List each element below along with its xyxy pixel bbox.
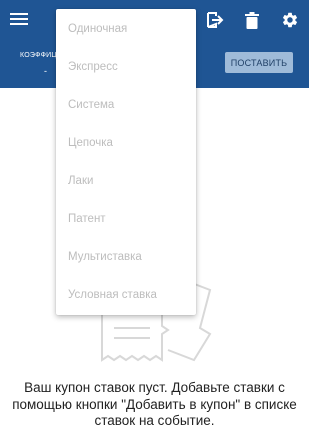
menu-item-express[interactable]: Экспресс	[56, 48, 196, 86]
menu-icon[interactable]	[10, 12, 28, 26]
menu-item-patent[interactable]: Патент	[56, 200, 196, 238]
gear-icon[interactable]	[279, 9, 301, 31]
menu-item-system[interactable]: Система	[56, 86, 196, 124]
bet-coupon-screen: КОЭФФИЦИЕНТ - ПОСТАВИТЬ Ваш купон ставок…	[0, 0, 309, 437]
bet-type-dropdown: Одиночная Экспресс Система Цепочка Лаки …	[56, 9, 196, 315]
coefficient-label: КОЭФФИЦИЕНТ	[20, 52, 60, 59]
coefficient-value: -	[44, 66, 47, 76]
menu-item-conditional-bet[interactable]: Условная ставка	[56, 276, 196, 314]
menu-item-chain[interactable]: Цепочка	[56, 124, 196, 162]
menu-icon-line	[10, 13, 28, 15]
place-bet-button[interactable]: ПОСТАВИТЬ	[225, 52, 293, 73]
exit-icon[interactable]	[204, 9, 226, 31]
trash-icon[interactable]	[241, 9, 263, 31]
menu-item-multibet[interactable]: Мультиставка	[56, 238, 196, 276]
menu-item-single[interactable]: Одиночная	[56, 10, 196, 48]
menu-icon-line	[10, 23, 28, 25]
menu-icon-line	[10, 18, 28, 20]
empty-coupon-message: Ваш купон ставок пуст. Добавьте ставки с…	[12, 380, 297, 428]
menu-item-lucky[interactable]: Лаки	[56, 162, 196, 200]
